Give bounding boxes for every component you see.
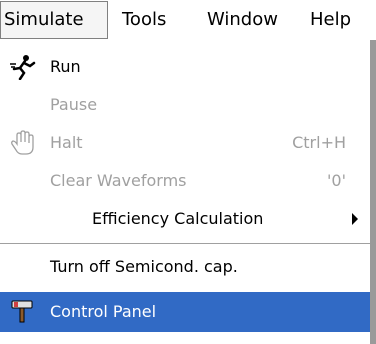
menu-item-pause[interactable]: Pause (0, 86, 370, 124)
menu-tools[interactable]: Tools (122, 0, 166, 40)
menu-item-clear-waveforms-shortcut: '0' (327, 171, 346, 190)
menu-item-clear-waveforms[interactable]: Clear Waveforms '0' (0, 162, 370, 200)
menu-item-efficiency-calculation-label: Efficiency Calculation (92, 209, 264, 228)
menu-item-run-label: Run (50, 57, 81, 76)
menu-help[interactable]: Help (310, 0, 351, 40)
hammer-icon (8, 298, 36, 324)
hand-icon (8, 130, 36, 156)
menu-item-pause-label: Pause (50, 95, 98, 114)
menu-item-clear-waveforms-label: Clear Waveforms (50, 171, 187, 190)
dropdown-shadow (370, 40, 376, 344)
menu-bar: Simulate Tools Window Help (0, 0, 376, 40)
app-window: Simulate Tools Window Help Run Pause Hal… (0, 0, 376, 344)
menu-item-control-panel-label: Control Panel (50, 302, 157, 321)
menu-window-label: Window (207, 9, 278, 30)
submenu-arrow-icon (352, 213, 358, 225)
menu-item-efficiency-calculation[interactable]: Efficiency Calculation (0, 200, 370, 238)
menu-separator (0, 243, 370, 245)
menu-item-halt-label: Halt (50, 133, 83, 152)
menu-item-turn-off-semicond-cap-label: Turn off Semicond. cap. (50, 257, 238, 276)
running-man-icon (8, 54, 36, 81)
menu-simulate-label: Simulate (4, 9, 84, 30)
menu-item-halt-shortcut: Ctrl+H (292, 133, 346, 152)
menu-item-control-panel[interactable]: Control Panel (0, 292, 370, 332)
menu-item-run[interactable]: Run (0, 48, 370, 86)
menu-item-turn-off-semicond-cap[interactable]: Turn off Semicond. cap. (0, 248, 370, 286)
menu-tools-label: Tools (122, 9, 167, 30)
menu-item-halt[interactable]: Halt Ctrl+H (0, 124, 370, 162)
menu-simulate[interactable]: Simulate (0, 1, 108, 39)
menu-window[interactable]: Window (207, 0, 278, 40)
menu-help-label: Help (310, 9, 352, 30)
